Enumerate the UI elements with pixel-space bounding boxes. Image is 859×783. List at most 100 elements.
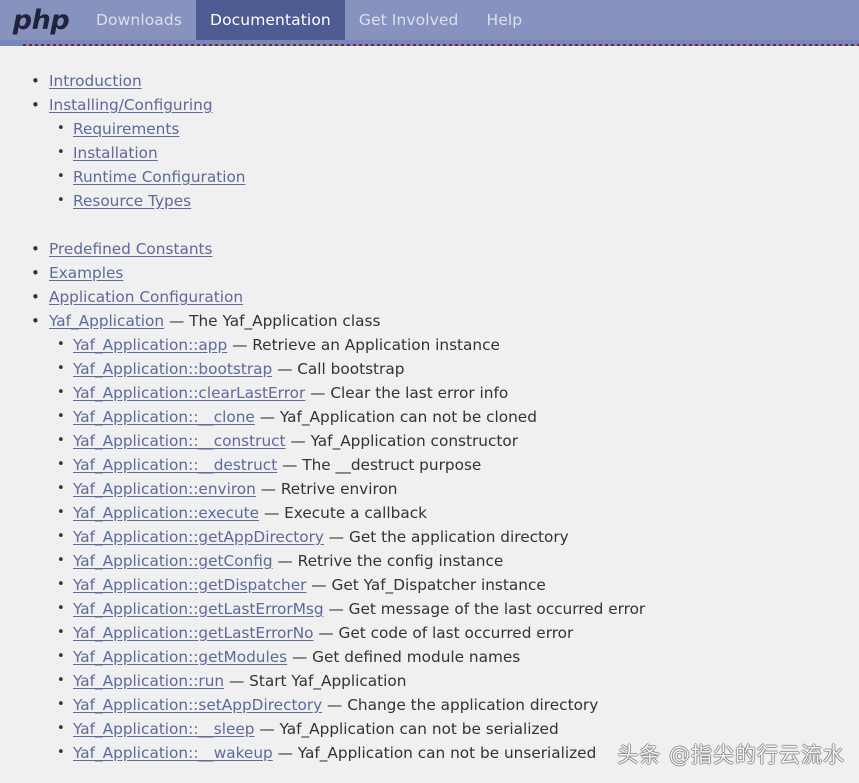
toc-subitem: Yaf_Application::setAppDirectory — Chang… [49,693,859,717]
toc-description: — Get the application directory [323,528,569,546]
toc-link-application-configuration[interactable]: Application Configuration [49,288,243,306]
nav-item-downloads[interactable]: Downloads [82,0,196,40]
toc-link-predefined-constants[interactable]: Predefined Constants [49,240,213,258]
toc-row: Yaf_Application — The Yaf_Application cl… [49,309,859,333]
toc-description: — Yaf_Application can not be unserialize… [272,744,597,762]
toc-link-yaf-application-getappdirectory[interactable]: Yaf_Application::getAppDirectory [73,528,324,546]
toc-description: — Clear the last error info [305,384,509,402]
toc-subitem: Yaf_Application::clearLastError — Clear … [49,381,859,405]
toc-list-secondary: Predefined Constants Examples Application … [0,237,859,765]
toc-row: Yaf_Application::execute — Execute a cal… [73,501,859,525]
toc-row: Yaf_Application::clearLastError — Clear … [73,381,859,405]
toc-link-yaf-application-sleep[interactable]: Yaf_Application::__sleep [73,720,254,738]
toc-subitem: Yaf_Application::run — Start Yaf_Applica… [49,669,859,693]
toc-row: Installing/Configuring [49,93,859,117]
toc-subitem: Installation [49,141,859,165]
toc-link-runtime-configuration[interactable]: Runtime Configuration [73,168,246,186]
toc-subitem: Yaf_Application::getConfig — Retrive the… [49,549,859,573]
toc-link-yaf-application-run[interactable]: Yaf_Application::run [73,672,224,690]
toc-link-yaf-application-app[interactable]: Yaf_Application::app [73,336,227,354]
toc-link-yaf-application-execute[interactable]: Yaf_Application::execute [73,504,259,522]
toc-link-installing-configuring[interactable]: Installing/Configuring [49,96,213,114]
toc-link-yaf-application-construct[interactable]: Yaf_Application::__construct [73,432,286,450]
toc-subitem: Yaf_Application::__sleep — Yaf_Applicati… [49,717,859,741]
toc-link-yaf-application-getmodules[interactable]: Yaf_Application::getModules [73,648,287,666]
toc-subitem: Yaf_Application::environ — Retrive envir… [49,477,859,501]
toc-subitem: Yaf_Application::getModules — Get define… [49,645,859,669]
toc-row: Yaf_Application::getLastErrorNo — Get co… [73,621,859,645]
toc-item: Yaf_Application — The Yaf_Application cl… [0,309,859,765]
nav-item-help[interactable]: Help [473,0,537,40]
toc-link-yaf-application-destruct[interactable]: Yaf_Application::__destruct [73,456,277,474]
toc-sublist: Yaf_Application::app — Retrieve an Appli… [49,333,859,765]
toc-description: — Retrive the config instance [272,552,504,570]
toc-list-primary: Introduction Installing/Configuring Requir… [0,69,859,213]
toc-link-requirements[interactable]: Requirements [73,120,179,138]
toc-link-yaf-application-environ[interactable]: Yaf_Application::environ [73,480,256,498]
toc-row: Yaf_Application::__construct — Yaf_Appli… [73,429,859,453]
toc-link-yaf-application-getconfig[interactable]: Yaf_Application::getConfig [73,552,273,570]
toc-description: — The Yaf_Application class [164,312,381,330]
toc-group-one: Introduction Installing/Configuring Requir… [0,46,859,213]
toc-row: Yaf_Application::app — Retrieve an Appli… [73,333,859,357]
toc-description: — Change the application directory [322,696,599,714]
toc-row: Yaf_Application::bootstrap — Call bootst… [73,357,859,381]
toc-subitem: Yaf_Application::execute — Execute a cal… [49,501,859,525]
toc-subitem: Yaf_Application::bootstrap — Call bootst… [49,357,859,381]
toc-link-resource-types[interactable]: Resource Types [73,192,191,210]
toc-link-yaf-application-bootstrap[interactable]: Yaf_Application::bootstrap [73,360,272,378]
toc-row: Yaf_Application::getModules — Get define… [73,645,859,669]
toc-sublist: Requirements Installation Runtime Configur… [49,117,859,213]
toc-link-yaf-application-setappdirectory[interactable]: Yaf_Application::setAppDirectory [73,696,322,714]
documentation-toc: Introduction Installing/Configuring Requir… [0,46,859,783]
toc-row: Resource Types [73,189,859,213]
toc-description: — Retrieve an Application instance [227,336,500,354]
toc-row: Yaf_Application::run — Start Yaf_Applica… [73,669,859,693]
toc-description: — Yaf_Application constructor [285,432,519,450]
toc-link-yaf-application-wakeup[interactable]: Yaf_Application::__wakeup [73,744,273,762]
toc-link-yaf-application-getlasterrormsg[interactable]: Yaf_Application::getLastErrorMsg [73,600,324,618]
toc-subitem: Yaf_Application::getLastErrorMsg — Get m… [49,597,859,621]
toc-row: Yaf_Application::__sleep — Yaf_Applicati… [73,717,859,741]
toc-row: Yaf_Application::getLastErrorMsg — Get m… [73,597,859,621]
toc-row: Yaf_Application::getConfig — Retrive the… [73,549,859,573]
toc-item: Examples [0,261,859,285]
toc-item: Application Configuration [0,285,859,309]
toc-row: Yaf_Application::__clone — Yaf_Applicati… [73,405,859,429]
toc-description: — Execute a callback [259,504,428,522]
toc-link-yaf-application[interactable]: Yaf_Application [49,312,164,330]
nav-strip: php Downloads Documentation Get Involved He… [0,0,859,40]
watermark-text: 头条 @指尖的行云流水 [617,743,845,767]
toc-row: Yaf_Application::setAppDirectory — Chang… [73,693,859,717]
toc-link-yaf-application-clone[interactable]: Yaf_Application::__clone [73,408,255,426]
toc-description: — The __destruct purpose [277,456,482,474]
nav-item-documentation[interactable]: Documentation [196,0,345,40]
toc-subitem: Yaf_Application::__construct — Yaf_Appli… [49,429,859,453]
toc-row: Application Configuration [49,285,859,309]
nav-items: Downloads Documentation Get Involved Help [82,0,536,40]
toc-row: Yaf_Application::__destruct — The __dest… [73,453,859,477]
toc-link-examples[interactable]: Examples [49,264,123,282]
toc-subitem: Yaf_Application::getAppDirectory — Get t… [49,525,859,549]
toc-row: Yaf_Application::getDispatcher — Get Yaf… [73,573,859,597]
toc-subitem: Resource Types [49,189,859,213]
toc-subitem: Yaf_Application::app — Retrieve an Appli… [49,333,859,357]
toc-row: Requirements [73,117,859,141]
nav-item-get-involved[interactable]: Get Involved [345,0,473,40]
toc-row: Runtime Configuration [73,165,859,189]
toc-item: Introduction [0,69,859,93]
toc-link-yaf-application-getdispatcher[interactable]: Yaf_Application::getDispatcher [73,576,306,594]
toc-link-yaf-application-getlasterrorno[interactable]: Yaf_Application::getLastErrorNo [73,624,314,642]
toc-group-two: Predefined Constants Examples Application … [0,237,859,765]
toc-subitem: Yaf_Application::__destruct — The __dest… [49,453,859,477]
toc-description: — Get message of the last occurred error [323,600,646,618]
toc-description: — Call bootstrap [272,360,405,378]
toc-link-installation[interactable]: Installation [73,144,158,162]
php-logo[interactable]: php [0,0,82,40]
toc-link-introduction[interactable]: Introduction [49,72,142,90]
toc-row: Installation [73,141,859,165]
toc-item: Installing/Configuring Requirements Instal… [0,93,859,213]
toc-subitem: Runtime Configuration [49,165,859,189]
toc-description: — Get Yaf_Dispatcher instance [306,576,546,594]
toc-link-yaf-application-clearlasterror[interactable]: Yaf_Application::clearLastError [73,384,305,402]
